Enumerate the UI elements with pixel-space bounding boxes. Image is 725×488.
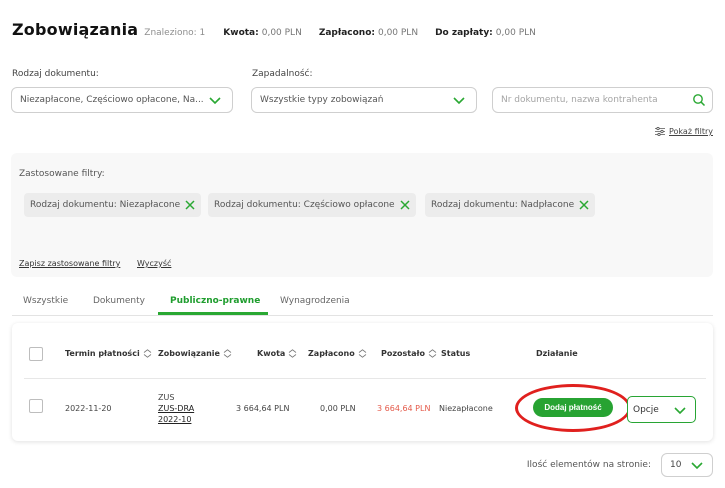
due-label: Do zapłaty:: [435, 28, 493, 38]
th-remaining-label: Pozostało: [381, 349, 425, 358]
paid-label: Zapłacono:: [318, 28, 375, 38]
th-amount-label: Kwota: [257, 349, 286, 358]
header-divider: [24, 378, 706, 379]
row-obligation: ZUS ZUS-DRA 2022-10: [158, 392, 194, 425]
show-filters-label: Pokaż filtry: [669, 127, 713, 136]
row-amount: 3 664,64 PLN: [236, 404, 290, 413]
th-paid[interactable]: Zapłacono: [308, 349, 367, 358]
filter-chip: Rodzaj dokumentu: Częściowo opłacone: [208, 193, 416, 217]
page-size-value: 10: [670, 460, 682, 470]
applied-filters-panel: Zastosowane filtry: Rodzaj dokumentu: Ni…: [11, 153, 713, 277]
row-status: Niezapłacone: [439, 404, 493, 413]
filter-chip: Rodzaj dokumentu: Niezapłacone: [24, 193, 202, 217]
due-filter-value: Wszystkie typy zobowiązań: [260, 95, 384, 105]
th-due-date[interactable]: Termin płatności: [65, 349, 152, 358]
select-all-checkbox[interactable]: [29, 347, 43, 361]
search-icon[interactable]: [692, 93, 706, 107]
chevron-down-icon: [691, 462, 703, 470]
tab-all[interactable]: Wszystkie: [23, 296, 68, 306]
close-icon[interactable]: [185, 200, 195, 210]
th-action-label: Działanie: [536, 349, 578, 358]
chevron-down-icon: [453, 97, 465, 105]
row-obligation-link[interactable]: ZUS-DRA: [158, 403, 194, 414]
page-header: Zobowiązania Znaleziono: 1 Kwota: 0,00 P…: [12, 20, 553, 39]
filter-sliders-icon: [655, 127, 665, 136]
paid-value: 0,00 PLN: [377, 28, 419, 38]
show-filters-link[interactable]: Pokaż filtry: [655, 127, 713, 136]
th-action: Działanie: [536, 349, 578, 358]
due-filter-label: Zapadalność:: [252, 69, 313, 79]
row-due-date: 2022-11-20: [65, 404, 112, 413]
th-obligation[interactable]: Zobowiązanie: [158, 349, 232, 358]
results-count: Znaleziono: 1: [144, 28, 206, 38]
sort-icon: [289, 349, 297, 358]
filter-chip: Rodzaj dokumentu: Nadpłacone: [425, 193, 596, 217]
sort-icon: [428, 349, 437, 358]
th-due-date-label: Termin płatności: [65, 349, 140, 358]
doc-type-label: Rodzaj dokumentu:: [12, 69, 99, 79]
doc-type-select[interactable]: Niezapłacone, Częściowo opłacone, Na...: [11, 87, 233, 113]
applied-filters-title: Zastosowane filtry:: [19, 169, 105, 179]
th-obligation-label: Zobowiązanie: [158, 349, 220, 358]
row-checkbox[interactable]: [29, 399, 43, 413]
amount-label: Kwota:: [223, 28, 259, 38]
filter-chip-label: Rodzaj dokumentu: Nadpłacone: [431, 200, 575, 210]
chevron-down-icon: [209, 97, 221, 105]
highlight-circle: [515, 384, 631, 432]
th-status: Status: [441, 349, 470, 358]
search-field[interactable]: [492, 87, 713, 113]
row-paid: 0,00 PLN: [320, 404, 356, 413]
close-icon[interactable]: [579, 200, 589, 210]
due-value: 0,00 PLN: [495, 28, 536, 38]
tab-salaries[interactable]: Wynagrodzenia: [280, 296, 350, 306]
th-remaining[interactable]: Pozostało: [381, 349, 437, 358]
options-label: Opcje: [633, 404, 659, 415]
tab-public-law[interactable]: Publiczno-prawne: [170, 296, 260, 306]
search-input[interactable]: [501, 95, 692, 105]
save-filters-link[interactable]: Zapisz zastosowane filtry: [19, 259, 120, 268]
row-obligation-period[interactable]: 2022-10: [158, 414, 194, 425]
active-tab-indicator: [158, 312, 268, 315]
filter-chip-label: Rodzaj dokumentu: Niezapłacone: [30, 200, 181, 210]
amount-value: 0,00 PLN: [261, 28, 302, 38]
page-size-label: Ilość elementów na stronie:: [526, 460, 651, 470]
row-obligation-type: ZUS: [158, 393, 175, 402]
th-status-label: Status: [441, 349, 471, 358]
clear-filters-link[interactable]: Wyczyść: [137, 259, 171, 268]
doc-type-value: Niezapłacone, Częściowo opłacone, Na...: [20, 95, 204, 105]
obligations-table: Termin płatności Zobowiązanie Kwota Zapł…: [12, 323, 713, 441]
tabs-bar: Wszystkie Dokumenty Publiczno-prawne Wyn…: [12, 290, 713, 316]
page-size-select[interactable]: 10: [661, 453, 713, 477]
sort-icon: [223, 349, 232, 358]
chevron-down-icon: [674, 406, 686, 414]
sort-icon: [358, 349, 366, 358]
th-paid-label: Zapłacono: [308, 349, 355, 358]
th-amount[interactable]: Kwota: [257, 349, 297, 358]
tab-documents[interactable]: Dokumenty: [93, 296, 145, 306]
options-dropdown[interactable]: Opcje: [627, 396, 696, 423]
page-title: Zobowiązania: [12, 20, 139, 39]
due-filter-select[interactable]: Wszystkie typy zobowiązań: [251, 87, 477, 113]
row-remaining: 3 664,64 PLN: [377, 404, 431, 413]
filter-chip-label: Rodzaj dokumentu: Częściowo opłacone: [214, 200, 395, 210]
sort-icon: [143, 349, 151, 358]
close-icon[interactable]: [400, 200, 410, 210]
page-size-control: Ilość elementów na stronie: 10: [527, 453, 713, 477]
